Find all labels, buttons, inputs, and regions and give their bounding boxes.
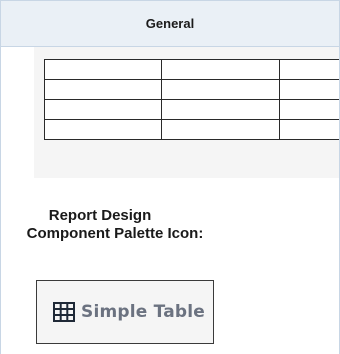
- simple-table-palette-button[interactable]: Simple Table: [36, 280, 214, 344]
- table-cell: [43, 119, 163, 140]
- table-cell: [43, 79, 163, 100]
- table-row: [43, 99, 339, 120]
- table-preview: [34, 47, 339, 178]
- table-cell: [161, 79, 280, 100]
- table-cell: [43, 59, 163, 80]
- table-cell: [278, 59, 339, 80]
- table-cell: [43, 99, 163, 120]
- properties-panel: General Report Design Component Palette …: [0, 0, 340, 354]
- table-cell: [278, 79, 339, 100]
- table-cell: [161, 119, 280, 140]
- palette-heading-line1: Report Design: [48, 207, 152, 224]
- table-cell: [161, 99, 280, 120]
- palette-button-content: Simple Table: [53, 302, 205, 322]
- table-cell: [161, 59, 280, 80]
- section-title: General: [145, 16, 195, 31]
- grid-table-icon: [53, 302, 75, 322]
- table-cell: [278, 99, 339, 120]
- table-row: [43, 119, 339, 140]
- table-row: [43, 59, 339, 80]
- table-row: [43, 79, 339, 100]
- palette-heading-line2: Component Palette Icon:: [26, 225, 204, 242]
- table-preview-grid: [43, 59, 339, 140]
- section-header: General: [1, 0, 339, 47]
- table-cell: [278, 119, 339, 140]
- palette-button-label: Simple Table: [81, 302, 206, 322]
